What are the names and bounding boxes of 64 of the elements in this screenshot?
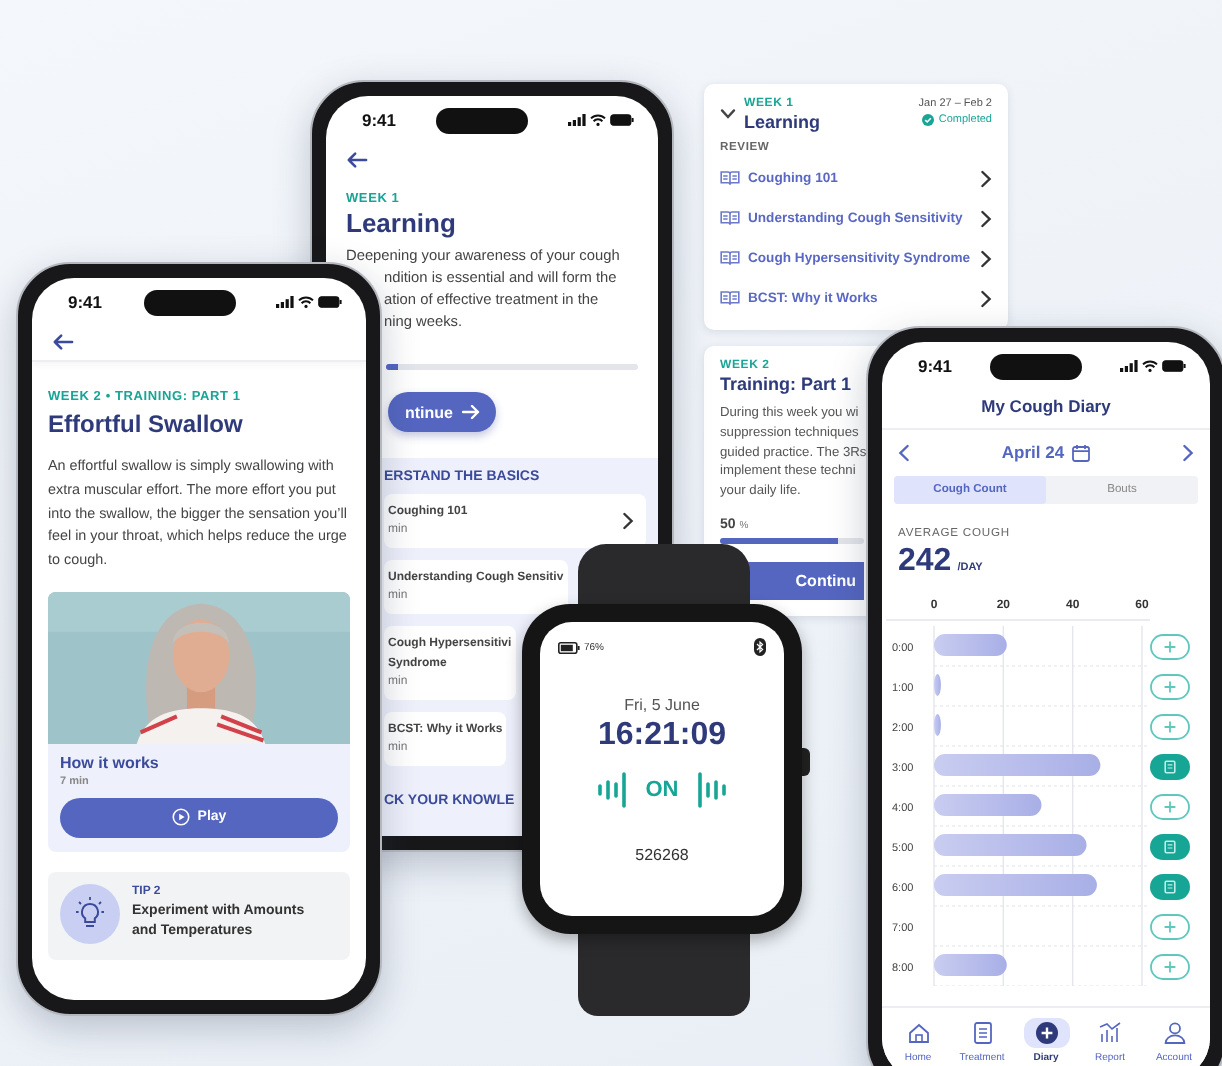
- book-icon: [720, 250, 740, 266]
- battery-icon: [609, 114, 634, 126]
- recording-status: ON: [645, 778, 679, 802]
- note-button[interactable]: [1150, 873, 1190, 899]
- clipboard-icon[interactable]: [969, 1020, 995, 1046]
- battery-icon: [317, 296, 342, 308]
- status-time: 9:41: [68, 292, 103, 312]
- signal-icon: [567, 114, 586, 126]
- note-button[interactable]: [1150, 753, 1190, 779]
- chevron-right-icon[interactable]: [980, 249, 992, 267]
- check-circle-icon: [922, 114, 935, 126]
- lightbulb-icon: [60, 883, 120, 944]
- back-arrow-icon[interactable]: [346, 150, 368, 170]
- chevron-down-icon[interactable]: [720, 108, 736, 120]
- book-icon: [720, 290, 740, 306]
- back-arrow-icon[interactable]: [52, 332, 74, 352]
- arrow-right-icon: [461, 404, 479, 420]
- week-title: Learning: [744, 112, 821, 132]
- chevron-left-icon[interactable]: [898, 443, 910, 461]
- bar-chart-icon[interactable]: [1097, 1020, 1123, 1046]
- chevron-right-icon[interactable]: [980, 209, 992, 227]
- bar: [934, 794, 1042, 816]
- screen-title: Effortful Swallow: [48, 410, 245, 438]
- wifi-icon: [589, 114, 606, 126]
- status-time: 9:41: [918, 356, 953, 376]
- bar: [934, 714, 941, 736]
- stat-value: 242: [898, 544, 952, 580]
- watch-time: 16:21:09: [597, 718, 727, 754]
- watch-date: Fri, 5 June: [624, 696, 700, 714]
- bluetooth-icon: [754, 638, 766, 656]
- chevron-right-icon[interactable]: [622, 512, 634, 530]
- continue-button[interactable]: ntinue: [388, 392, 496, 432]
- wifi-icon: [1141, 360, 1158, 372]
- chevron-right-icon[interactable]: [980, 289, 992, 307]
- sound-wave-icon: [696, 772, 727, 808]
- continue-button[interactable]: Continu: [748, 561, 864, 600]
- watch-code: 526268: [635, 846, 689, 864]
- signal-icon: [275, 296, 294, 308]
- battery-icon: [558, 641, 580, 653]
- week-title: Training: Part 1: [720, 374, 852, 394]
- screen-title: Learning: [344, 206, 458, 242]
- sound-wave-icon: [597, 772, 628, 808]
- bar: [934, 674, 941, 696]
- video-title: How it works: [60, 753, 161, 772]
- play-icon: [171, 808, 190, 827]
- book-icon: [720, 210, 740, 226]
- calendar-icon[interactable]: [1072, 443, 1091, 461]
- camera-notch: [990, 353, 1082, 379]
- camera-notch: [143, 289, 235, 315]
- signal-icon: [1119, 360, 1138, 372]
- person-icon[interactable]: [1161, 1020, 1187, 1046]
- note-button[interactable]: [1150, 833, 1190, 859]
- chevron-right-icon[interactable]: [980, 169, 992, 187]
- bar: [934, 954, 1007, 976]
- plus-circle-icon[interactable]: [1033, 1020, 1059, 1046]
- screen-title: My Cough Diary: [882, 386, 1210, 430]
- date-label: April 24: [1001, 442, 1065, 462]
- wifi-icon: [297, 296, 314, 308]
- bar: [934, 634, 1007, 656]
- home-icon[interactable]: [905, 1020, 931, 1046]
- status-time: 9:41: [362, 110, 397, 130]
- camera-notch: [436, 107, 528, 133]
- book-icon: [720, 170, 740, 186]
- battery-icon: [1161, 360, 1186, 372]
